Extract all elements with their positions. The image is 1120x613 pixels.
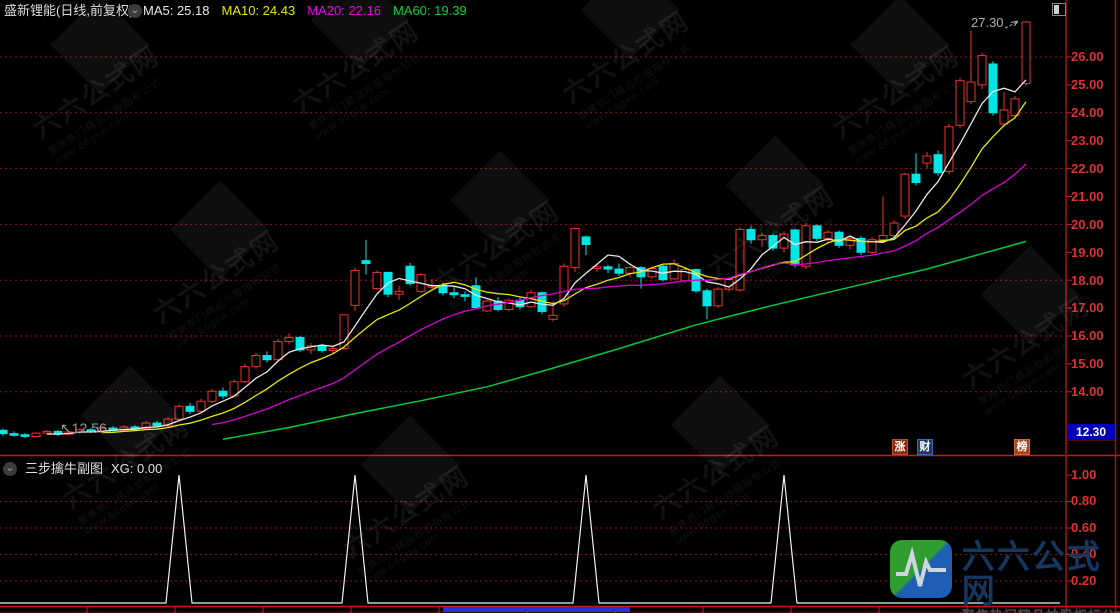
axis-label: 17.00 (1071, 301, 1115, 315)
axis-label: 21.00 (1071, 190, 1115, 204)
site-name: 六六公式网 (962, 540, 1120, 608)
high-price-annotation: 27.30 (971, 15, 1004, 30)
horizontal-scrollbar-thumb[interactable] (443, 607, 630, 612)
axis-label: 16.00 (1071, 329, 1115, 343)
ma20-label: MA20: 22.16 (307, 3, 381, 19)
axis-label: 19.00 (1071, 246, 1115, 260)
axis-label: 18.00 (1071, 274, 1115, 288)
site-logo[interactable]: 六六公式网 聚焦热门精品炒股指标公式 www.66gsw.com (890, 540, 1120, 613)
stock-title: 盛新锂能(日线,前复权) (4, 3, 133, 19)
collapse-chevron-icon[interactable]: ⌄ (128, 4, 142, 18)
ma5-line (47, 80, 1026, 434)
badge-bang[interactable]: 榜 (1014, 439, 1030, 455)
last-price-marker: 12.30 (1067, 424, 1115, 440)
ma5-label: MA5: 25.18 (143, 3, 210, 19)
axis-label: 25.00 (1071, 78, 1115, 92)
axis-label: 22.00 (1071, 162, 1115, 176)
low-price-annotation: ↖12.56 (60, 420, 107, 437)
pulse-logo-icon (890, 540, 952, 598)
ma10-label: MA10: 24.43 (222, 3, 296, 19)
ma60-label: MA60: 19.39 (393, 3, 467, 19)
axis-style-icon[interactable] (1052, 3, 1066, 16)
axis-label: 20.00 (1071, 218, 1115, 232)
price-chart-canvas[interactable] (0, 0, 1120, 613)
badge-zhang[interactable]: 涨 (892, 439, 908, 455)
sub-collapse-chevron-icon[interactable]: ⌄ (3, 462, 17, 476)
axis-label: 15.00 (1071, 357, 1115, 371)
axis-label: 24.00 (1071, 106, 1115, 120)
sub-axis-label: 0.80 (1071, 494, 1115, 508)
sub-indicator-title: 三步擒牛副图 (25, 461, 103, 476)
ma-legend: MA5: 25.18 MA10: 24.43 MA20: 22.16 MA60:… (143, 3, 467, 19)
badge-cai[interactable]: 财 (917, 439, 933, 455)
stock-chart-window: 六六公式网聚焦热门精品炒股指标公式www.66gsw.com 六六公式网聚焦热门… (0, 0, 1120, 613)
axis-label: 26.00 (1071, 50, 1115, 64)
arrow-up-left-icon: ↖ (60, 420, 72, 436)
site-tagline: 聚焦热门精品炒股指标公式 (962, 608, 1120, 613)
axis-label: 23.00 (1071, 134, 1115, 148)
axis-label: 14.00 (1071, 385, 1115, 399)
sub-axis-label: 0.60 (1071, 521, 1115, 535)
sub-axis-label: 1.00 (1071, 468, 1115, 482)
xg-value-label: XG: 0.00 (111, 461, 162, 476)
